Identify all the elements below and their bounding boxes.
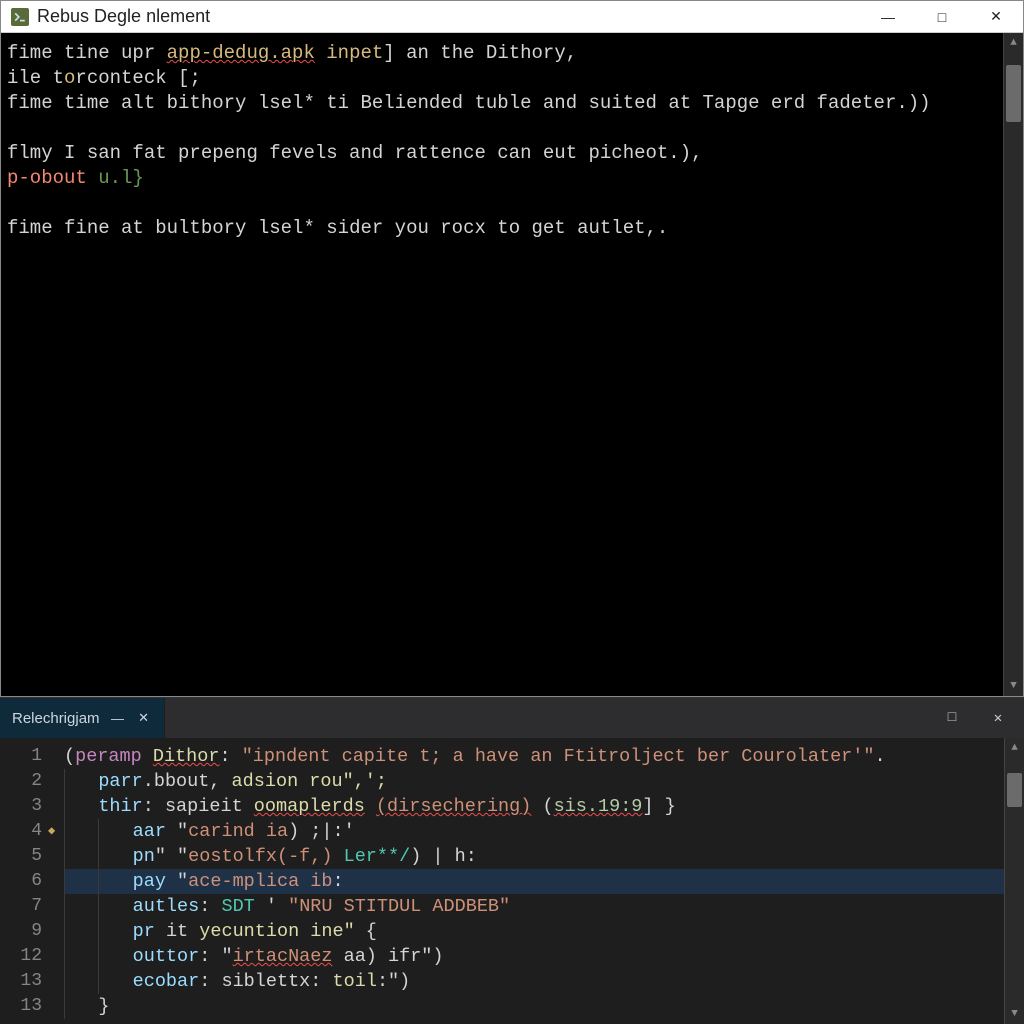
editor-tab[interactable]: Relechrigjam — ✕ xyxy=(0,698,165,738)
scroll-down-icon[interactable]: ▼ xyxy=(1004,676,1023,696)
line-number: 9 xyxy=(0,919,56,944)
line-number: 2 xyxy=(0,769,56,794)
window-controls: — □ ✕ xyxy=(861,1,1023,32)
minimize-button[interactable]: — xyxy=(861,1,915,32)
editor-scrollbar[interactable]: ▲ ▼ xyxy=(1004,738,1024,1024)
terminal-body: fime tine upr app-dedug.apk inpet] an th… xyxy=(1,33,1023,696)
code-line: } xyxy=(64,994,1004,1019)
code-line: autles: SDT ' "NRU STITDUL ADDBEB" xyxy=(64,894,1004,919)
scroll-track[interactable] xyxy=(1004,53,1023,676)
breakpoint-icon[interactable]: ◆ xyxy=(48,819,55,844)
tab-minimize-icon[interactable]: — xyxy=(110,711,126,726)
close-button[interactable]: ✕ xyxy=(969,1,1023,32)
code-line: pr it yecuntion ine" { xyxy=(64,919,1004,944)
terminal-line: fime fine at bultbory lsel* sider you ro… xyxy=(7,216,997,241)
line-number: 13 xyxy=(0,994,56,1019)
terminal-line: p-obout u.l} xyxy=(7,166,997,191)
editor-body: 12345679121313◆ (peramp Dithor: "ipndent… xyxy=(0,738,1024,1024)
line-number: 13 xyxy=(0,969,56,994)
editor-window: Relechrigjam — ✕ □ ✕ 12345679121313◆ (pe… xyxy=(0,697,1024,1024)
window-title: Rebus Degle nlement xyxy=(37,6,861,27)
tabbar-spacer xyxy=(165,698,932,738)
terminal-output[interactable]: fime tine upr app-dedug.apk inpet] an th… xyxy=(1,33,1003,696)
code-line: pn" "eostolfx(-f,) Ler**/) | h: xyxy=(64,844,1004,869)
scroll-down-icon[interactable]: ▼ xyxy=(1005,1004,1024,1024)
code-area[interactable]: (peramp Dithor: "ipndent capite t; a hav… xyxy=(56,738,1004,1024)
terminal-line: fime tine upr app-dedug.apk inpet] an th… xyxy=(7,41,997,66)
line-number: 3 xyxy=(0,794,56,819)
scroll-up-icon[interactable]: ▲ xyxy=(1004,33,1023,53)
line-number: 12 xyxy=(0,944,56,969)
terminal-line: ile torconteck [; xyxy=(7,66,997,91)
scroll-thumb[interactable] xyxy=(1006,65,1021,121)
maximize-button[interactable]: □ xyxy=(915,1,969,32)
terminal-window: Rebus Degle nlement — □ ✕ fime tine upr … xyxy=(0,0,1024,697)
terminal-line xyxy=(7,191,997,216)
code-line: thir: sapieit oomaplerds (dirsechering) … xyxy=(64,794,1004,819)
code-line: aar "carind ia) ;|:' xyxy=(64,819,1004,844)
terminal-scrollbar[interactable]: ▲ ▼ xyxy=(1003,33,1023,696)
line-number-gutter: 12345679121313◆ xyxy=(0,738,56,1024)
terminal-app-icon xyxy=(11,8,29,26)
editor-tabbar: Relechrigjam — ✕ □ ✕ xyxy=(0,698,1024,738)
editor-window-controls: □ ✕ xyxy=(932,698,1024,738)
code-line: (peramp Dithor: "ipndent capite t; a hav… xyxy=(64,744,1004,769)
line-number: 5 xyxy=(0,844,56,869)
line-number: 6 xyxy=(0,869,56,894)
tab-label: Relechrigjam xyxy=(12,710,100,727)
tab-close-icon[interactable]: ✕ xyxy=(136,710,152,726)
editor-close-button[interactable]: ✕ xyxy=(978,698,1018,738)
scroll-up-icon[interactable]: ▲ xyxy=(1005,738,1024,758)
line-number: 7 xyxy=(0,894,56,919)
titlebar[interactable]: Rebus Degle nlement — □ ✕ xyxy=(1,1,1023,33)
code-line: pay "ace-mplica ib: xyxy=(64,869,1004,894)
terminal-line: flmy I san fat prepeng fevels and ratten… xyxy=(7,141,997,166)
code-line: outtor: "irtacNaez aa) ifr") xyxy=(64,944,1004,969)
scroll-track[interactable] xyxy=(1005,758,1024,1004)
scroll-thumb[interactable] xyxy=(1007,773,1022,807)
line-number: 1 xyxy=(0,744,56,769)
terminal-line: fime time alt bithory lsel* ti Beliended… xyxy=(7,91,997,116)
terminal-line xyxy=(7,116,997,141)
editor-maximize-button[interactable]: □ xyxy=(932,698,972,738)
code-line: ecobar: siblettx: toil:") xyxy=(64,969,1004,994)
code-line: parr.bbout, adsion rou",'; xyxy=(64,769,1004,794)
